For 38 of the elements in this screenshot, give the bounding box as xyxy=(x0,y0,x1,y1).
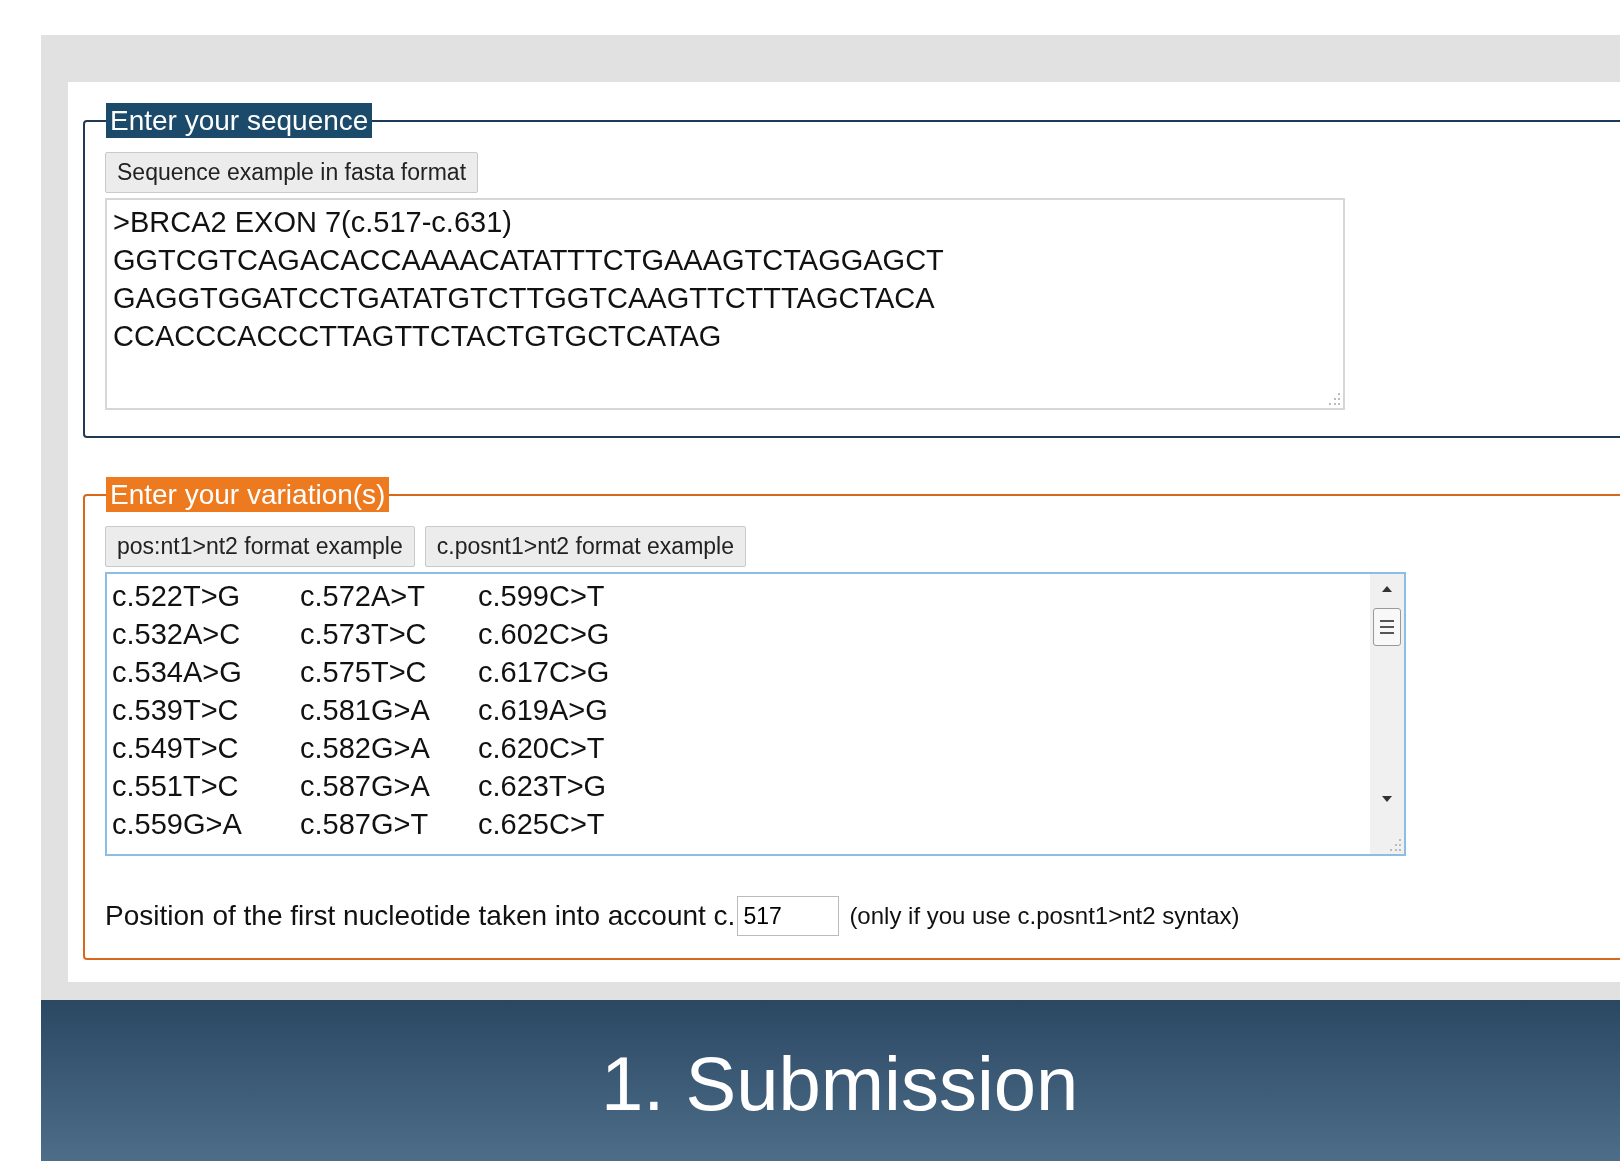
sequence-field[interactable]: >BRCA2 EXON 7(c.517-c.631) GGTCGTCAGACACCAAAACATATTTCTGAAAGTCTAGGAGCT GAGGTGGATCCTGATATGTCTTGGTCAAGTTCTTTAGCTACA CCACCCACCCTTAGTTCTACTGTGCTCATAG xyxy=(105,198,1345,410)
scroll-thumb[interactable] xyxy=(1373,608,1401,646)
variation-entry: c.572A>T xyxy=(300,579,426,614)
position-hint: (only if you use c.posnt1>nt2 syntax) xyxy=(849,902,1240,930)
variation-entry: c.602C>G xyxy=(478,617,611,652)
variation-entry: c.551T>C xyxy=(112,769,240,804)
example-button[interactable]: Sequence example in fasta format xyxy=(105,152,479,193)
variation-entry: c.599C>T xyxy=(478,579,606,614)
variation-entry: c.625C>T xyxy=(478,807,606,842)
resize-grip-icon[interactable] xyxy=(1388,838,1402,852)
scroll-up-icon[interactable] xyxy=(1380,584,1394,594)
variation-entry: c.575T>C xyxy=(300,655,428,690)
example-button[interactable]: c.posnt1>nt2 format example xyxy=(424,526,746,567)
variation-entry: c.587G>T xyxy=(300,807,430,842)
resize-grip-icon[interactable] xyxy=(1327,392,1341,406)
position-field[interactable]: 517 xyxy=(737,896,840,936)
variation-entry: c.522T>G xyxy=(112,579,242,614)
scrollbar[interactable] xyxy=(1370,574,1404,854)
variation-entry: c.619A>G xyxy=(478,693,609,728)
section-legend: Enter your variation(s) xyxy=(106,477,390,512)
variation-entry: c.587G>A xyxy=(300,769,431,804)
step-title: 1. Submission xyxy=(601,1040,1079,1127)
variation-entry: c.549T>C xyxy=(112,731,240,766)
section-legend: Enter your sequence xyxy=(106,103,373,138)
variation-entry: c.581G>A xyxy=(300,693,431,728)
variation-entry: c.534A>G xyxy=(112,655,243,690)
variation-entry: c.617C>G xyxy=(478,655,611,690)
variation-entry: c.532A>C xyxy=(112,617,242,652)
variation-entry: c.573T>C xyxy=(300,617,428,652)
variation-entry: c.582G>A xyxy=(300,731,431,766)
variation-entry: c.620C>T xyxy=(478,731,606,766)
scroll-down-icon[interactable] xyxy=(1380,794,1394,804)
variation-entry: c.559G>A xyxy=(112,807,243,842)
position-label: Position of the first nucleotide taken into account c. xyxy=(105,900,736,932)
example-button[interactable]: pos:nt1>nt2 format example xyxy=(105,526,415,567)
variation-entry: c.539T>C xyxy=(112,693,240,728)
variations-field[interactable]: c.522T>G c.572A>T c.599C>T c.532A>C c.573T>C c.602C>G c.534A>G c.575T>C c.617C>G c.539T>C c.581G>A c.619A>G c.549T>C c.582G>A c.620C>T c.551T>C c.587G>A c.623T>G c.559G>A c.587G>T c.625C>T xyxy=(105,572,1406,856)
variation-entry: c.623T>G xyxy=(478,769,608,804)
